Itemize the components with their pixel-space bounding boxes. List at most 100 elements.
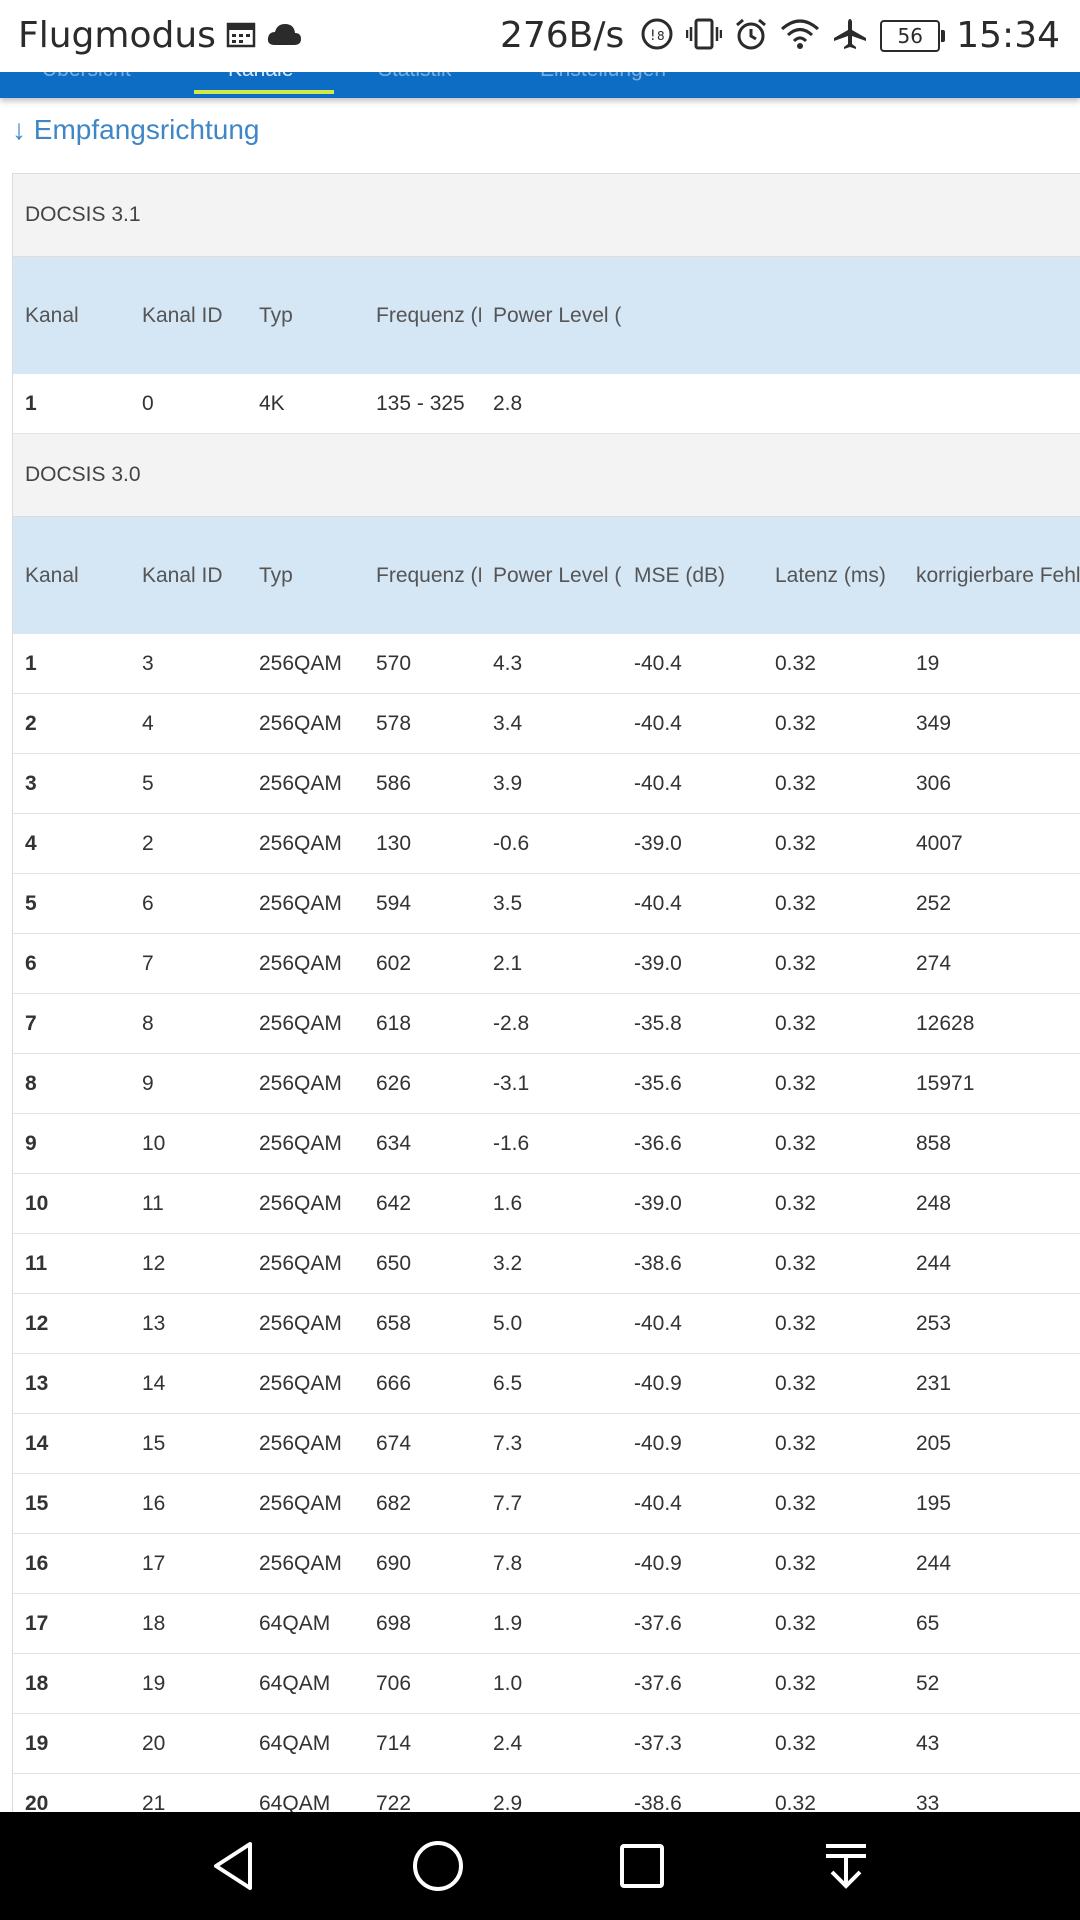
docsis31-header-row: KanalKanal IDTypFrequenz (MHz)Power Leve… xyxy=(13,256,1080,374)
table-cell: 0 xyxy=(130,374,247,434)
wifi-icon xyxy=(780,17,820,55)
table-cell: 602 xyxy=(364,933,481,994)
table-cell: 18 xyxy=(130,1593,247,1654)
table-row: 20 21 64QAM 722 2.9 -38.6 0.32 33 xyxy=(13,1773,1080,1814)
table-cell: -39.0 xyxy=(622,933,763,994)
channel-number: 9 xyxy=(13,1113,130,1174)
table-cell: 17 xyxy=(130,1533,247,1594)
table-cell: 0.32 xyxy=(763,933,904,994)
table-cell: 7.3 xyxy=(481,1413,622,1474)
table-cell: 3.5 xyxy=(481,873,622,934)
alarm-icon xyxy=(734,17,768,55)
app-nav-bar: Übersicht Kanäle Statistik Einstellungen xyxy=(0,72,1080,98)
status-bar-left: Flugmodus xyxy=(18,14,302,58)
back-icon[interactable] xyxy=(204,1836,264,1896)
table-cell: 256QAM xyxy=(247,1233,364,1294)
table-cell: 5 xyxy=(130,753,247,814)
table-cell: 231 xyxy=(904,1353,1080,1414)
status-bar: Flugmodus 276B/s ! 8 56 15:34 xyxy=(0,0,1080,72)
table-cell: 594 xyxy=(364,873,481,934)
home-icon[interactable] xyxy=(408,1836,468,1896)
table-cell: 64QAM xyxy=(247,1593,364,1654)
table-cell: 0.32 xyxy=(763,813,904,874)
table-cell: -0.6 xyxy=(481,813,622,874)
channel-number: 17 xyxy=(13,1593,130,1654)
tab-channels[interactable]: Kanäle xyxy=(228,72,293,82)
table-cell: 578 xyxy=(364,693,481,754)
calendar-icon xyxy=(226,20,256,52)
table-cell: 3 xyxy=(130,634,247,694)
table-cell: 634 xyxy=(364,1113,481,1174)
table-cell: 2.1 xyxy=(481,933,622,994)
table-cell: 0.32 xyxy=(763,1773,904,1814)
table-cell: 11 xyxy=(130,1173,247,1234)
table-cell: -38.6 xyxy=(622,1233,763,1294)
column-header: Power Level (dBmV) xyxy=(481,516,622,634)
notification-pulldown-icon[interactable] xyxy=(816,1836,876,1896)
table-cell: 0.32 xyxy=(763,753,904,814)
empty-header-cell xyxy=(763,256,904,374)
table-cell: -40.4 xyxy=(622,634,763,694)
table-cell: 256QAM xyxy=(247,753,364,814)
tab-settings[interactable]: Einstellungen xyxy=(540,72,666,82)
data-saver-icon: ! 8 xyxy=(640,17,674,55)
table-cell: 205 xyxy=(904,1413,1080,1474)
table-cell: 256QAM xyxy=(247,873,364,934)
table-cell: 0.32 xyxy=(763,1173,904,1234)
column-header: Typ xyxy=(247,516,364,634)
table-cell: 12628 xyxy=(904,993,1080,1054)
column-header: Typ xyxy=(247,256,364,374)
table-cell: 0.32 xyxy=(763,1473,904,1534)
table-cell: 256QAM xyxy=(247,634,364,694)
vibrate-icon xyxy=(686,17,723,55)
table-cell: 586 xyxy=(364,753,481,814)
table-cell: 0.32 xyxy=(763,1113,904,1174)
table-cell: -37.6 xyxy=(622,1653,763,1714)
table-row: 11 12 256QAM 650 3.2 -38.6 0.32 244 xyxy=(13,1233,1080,1294)
table-row: 4 2 256QAM 130 -0.6 -39.0 0.32 4007 xyxy=(13,813,1080,874)
empty-header-cell xyxy=(622,256,763,374)
table-cell: 4.3 xyxy=(481,634,622,694)
table-cell: 10 xyxy=(130,1113,247,1174)
table-cell: 0.32 xyxy=(763,1353,904,1414)
column-header: Kanal ID xyxy=(130,256,247,374)
table-cell: 690 xyxy=(364,1533,481,1594)
table-cell: 195 xyxy=(904,1473,1080,1534)
table-cell: -40.4 xyxy=(622,693,763,754)
battery-icon: 56 xyxy=(880,20,946,52)
docsis30-header-row: KanalKanal IDTypFrequenz (MHz)Power Leve… xyxy=(13,516,1080,634)
table-cell: 64QAM xyxy=(247,1653,364,1714)
table-cell: -37.6 xyxy=(622,1593,763,1654)
airplane-mode-label: Flugmodus xyxy=(18,15,216,56)
table-cell: 0.32 xyxy=(763,1053,904,1114)
table-cell: -40.9 xyxy=(622,1533,763,1594)
table-cell: -1.6 xyxy=(481,1113,622,1174)
table-cell: 0.32 xyxy=(763,1533,904,1594)
table-cell: -35.6 xyxy=(622,1053,763,1114)
table-cell: -39.0 xyxy=(622,813,763,874)
table-cell: 0.32 xyxy=(763,1653,904,1714)
table-cell: 8 xyxy=(130,993,247,1054)
column-header: MSE (dB) xyxy=(622,516,763,634)
column-header: Frequenz (MHz) xyxy=(364,256,481,374)
column-header: Power Level (dBmV) xyxy=(481,256,622,374)
table-cell: 253 xyxy=(904,1293,1080,1354)
table-cell: 4K xyxy=(247,374,364,434)
table-cell: 5.0 xyxy=(481,1293,622,1354)
table-cell: 33 xyxy=(904,1773,1080,1814)
channel-table: DOCSIS 3.1 KanalKanal IDTypFrequenz (MHz… xyxy=(13,174,1080,1814)
table-cell: 256QAM xyxy=(247,1173,364,1234)
clock: 15:34 xyxy=(956,15,1060,56)
table-cell: 3.4 xyxy=(481,693,622,754)
table-row: 13 14 256QAM 666 6.5 -40.9 0.32 231 xyxy=(13,1353,1080,1414)
channel-number: 18 xyxy=(13,1653,130,1714)
tab-overview[interactable]: Übersicht xyxy=(42,72,131,82)
tab-statistics[interactable]: Statistik xyxy=(378,72,452,82)
table-cell: 3.9 xyxy=(481,753,622,814)
channel-table-container[interactable]: DOCSIS 3.1 KanalKanal IDTypFrequenz (MHz… xyxy=(12,173,1080,1814)
recents-icon[interactable] xyxy=(612,1836,672,1896)
channel-number: 2 xyxy=(13,693,130,754)
downstream-heading[interactable]: ↓ Empfangsrichtung xyxy=(12,112,259,148)
table-cell: 135 - 325 xyxy=(364,374,481,434)
table-row: 15 16 256QAM 682 7.7 -40.4 0.32 195 xyxy=(13,1473,1080,1534)
